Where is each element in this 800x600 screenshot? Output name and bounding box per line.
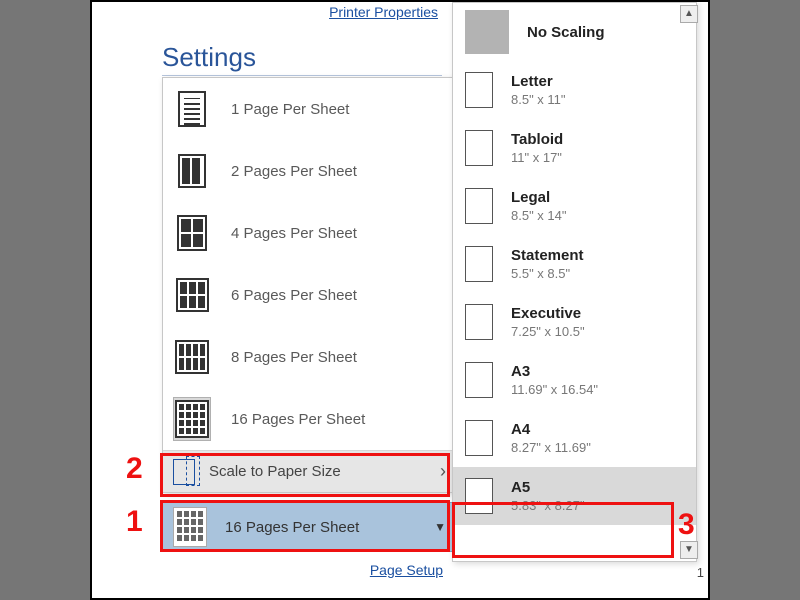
menu-item-6-pages[interactable]: 6 Pages Per Sheet xyxy=(163,264,456,326)
paper-item-legal[interactable]: Legal 8.5" x 14" xyxy=(453,177,696,235)
scroll-up-button[interactable]: ▲ xyxy=(680,5,698,23)
paper-item-executive[interactable]: Executive 7.25" x 10.5" xyxy=(453,293,696,351)
print-settings-pane: Printer Properties Settings 1 Page Per S… xyxy=(90,0,710,600)
page-icon xyxy=(465,188,493,224)
pages-per-sheet-menu: 1 Page Per Sheet 2 Pages Per Sheet 4 Pag… xyxy=(162,77,457,493)
page-icon xyxy=(465,130,493,166)
two-page-icon xyxy=(173,149,211,193)
eight-page-icon xyxy=(173,335,211,379)
menu-item-label: 2 Pages Per Sheet xyxy=(231,163,357,180)
paper-dim: 8.5" x 11" xyxy=(511,92,566,107)
caret-down-icon: ▼ xyxy=(434,520,446,534)
sixteen-page-icon xyxy=(173,397,211,441)
menu-item-16-pages[interactable]: 16 Pages Per Sheet xyxy=(163,388,456,450)
paper-dim: 11.69" x 16.54" xyxy=(511,382,598,397)
menu-item-label: 6 Pages Per Sheet xyxy=(231,287,357,304)
page-setup-link[interactable]: Page Setup xyxy=(370,562,443,578)
pages-per-sheet-dropdown[interactable]: 16 Pages Per Sheet ▼ xyxy=(162,502,457,552)
scroll-down-button[interactable]: ▼ xyxy=(680,541,698,559)
paper-dim: 7.25" x 10.5" xyxy=(511,324,585,339)
scale-to-paper-size-item[interactable]: Scale to Paper Size › xyxy=(163,450,456,492)
paper-dim: 8.27" x 11.69" xyxy=(511,440,591,455)
paper-size-flyout: ▲ No Scaling Letter 8.5" x 11" Tabloid 11"… xyxy=(452,2,697,562)
page-number-indicator: 1 xyxy=(697,565,704,580)
menu-item-label: 8 Pages Per Sheet xyxy=(231,349,357,366)
paper-item-a5[interactable]: A5 5.83" x 8.27" xyxy=(453,467,696,525)
paper-name: Legal xyxy=(511,189,567,206)
chevron-right-icon: › xyxy=(440,461,446,482)
paper-name: A3 xyxy=(511,363,598,380)
paper-dim: 8.5" x 14" xyxy=(511,208,567,223)
dropdown-label: 16 Pages Per Sheet xyxy=(225,519,359,536)
page-icon xyxy=(465,246,493,282)
printer-properties-link[interactable]: Printer Properties xyxy=(329,4,438,20)
paper-item-a3[interactable]: A3 11.69" x 16.54" xyxy=(453,351,696,409)
menu-item-label: 4 Pages Per Sheet xyxy=(231,225,357,242)
menu-item-1-page[interactable]: 1 Page Per Sheet xyxy=(163,78,456,140)
scale-label: Scale to Paper Size xyxy=(209,463,341,480)
paper-name: Statement xyxy=(511,247,584,264)
menu-item-8-pages[interactable]: 8 Pages Per Sheet xyxy=(163,326,456,388)
sixteen-page-icon xyxy=(173,507,207,547)
paper-dim: 11" x 17" xyxy=(511,150,563,165)
menu-item-2-pages[interactable]: 2 Pages Per Sheet xyxy=(163,140,456,202)
paper-item-a4[interactable]: A4 8.27" x 11.69" xyxy=(453,409,696,467)
four-page-icon xyxy=(173,211,211,255)
settings-heading: Settings xyxy=(162,42,442,76)
six-page-icon xyxy=(173,273,211,317)
paper-name: A5 xyxy=(511,479,585,496)
page-icon xyxy=(465,304,493,340)
paper-name: A4 xyxy=(511,421,591,438)
page-icon xyxy=(465,420,493,456)
page-icon xyxy=(465,72,493,108)
page-icon xyxy=(465,478,493,514)
paper-item-tabloid[interactable]: Tabloid 11" x 17" xyxy=(453,119,696,177)
paper-dim: 5.83" x 8.27" xyxy=(511,498,585,513)
menu-item-4-pages[interactable]: 4 Pages Per Sheet xyxy=(163,202,456,264)
scale-icon xyxy=(173,459,195,485)
one-page-icon xyxy=(173,87,211,131)
paper-item-letter[interactable]: Letter 8.5" x 11" xyxy=(453,61,696,119)
paper-name: Letter xyxy=(511,73,566,90)
paper-name: No Scaling xyxy=(527,24,605,41)
paper-name: Tabloid xyxy=(511,131,563,148)
paper-item-statement[interactable]: Statement 5.5" x 8.5" xyxy=(453,235,696,293)
paper-dim: 5.5" x 8.5" xyxy=(511,266,584,281)
menu-item-label: 1 Page Per Sheet xyxy=(231,101,349,118)
page-icon xyxy=(465,362,493,398)
no-scaling-icon xyxy=(465,10,509,54)
paper-item-no-scaling[interactable]: No Scaling xyxy=(453,3,696,61)
menu-item-label: 16 Pages Per Sheet xyxy=(231,411,365,428)
paper-name: Executive xyxy=(511,305,585,322)
